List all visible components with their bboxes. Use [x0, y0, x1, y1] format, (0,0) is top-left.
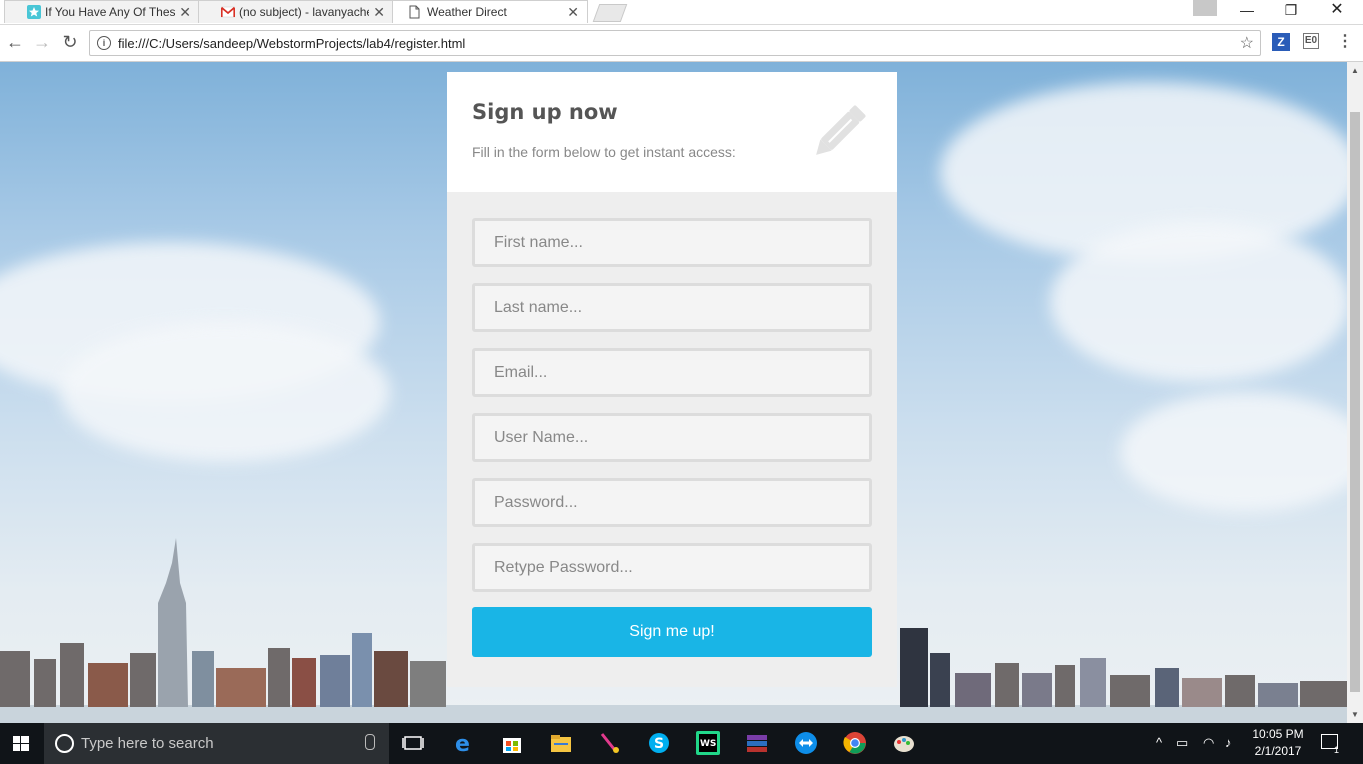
taskbar-clock[interactable]: 10:05 PM 2/1/2017	[1248, 726, 1308, 760]
password-field[interactable]	[472, 478, 872, 527]
browser-toolbar: ← → ↻ i file:///C:/Users/sandeep/Webstor…	[0, 25, 1363, 62]
tab-weather-direct[interactable]: Weather Direct ✕	[392, 0, 588, 23]
task-view-icon[interactable]	[401, 731, 425, 755]
wifi-icon[interactable]: ◠	[1203, 735, 1214, 751]
close-tab-icon[interactable]: ✕	[567, 4, 579, 21]
search-placeholder: Type here to search	[81, 735, 214, 752]
star-bookmark-icon	[27, 5, 41, 19]
background-cloud	[60, 322, 390, 462]
tab-title: Weather Direct	[427, 5, 507, 19]
forward-arrow-icon[interactable]: →	[32, 32, 52, 52]
tab-title: If You Have Any Of These	[45, 5, 175, 19]
paint-app-icon[interactable]	[892, 731, 916, 755]
retype-password-field[interactable]	[472, 543, 872, 592]
email-field[interactable]	[472, 348, 872, 397]
taskbar-search-box[interactable]: Type here to search	[44, 723, 389, 764]
windows-taskbar: Type here to search e S WS ^ ▭ ◠ ♪ 10:05…	[0, 723, 1363, 764]
browser-tab-strip: If You Have Any Of These ✕ (no subject) …	[0, 0, 1363, 25]
back-arrow-icon[interactable]: ←	[5, 32, 25, 52]
page-title: Sign up now	[472, 100, 618, 124]
username-field[interactable]	[472, 413, 872, 462]
page-scrollbar[interactable]: ▲ ▼	[1347, 62, 1363, 723]
clock-date: 2/1/2017	[1254, 744, 1302, 758]
paint-brush-app-icon[interactable]	[598, 731, 622, 755]
tab-if-you-have[interactable]: If You Have Any Of These ✕	[4, 0, 200, 23]
winrar-icon[interactable]	[745, 731, 769, 755]
show-hidden-icons-icon[interactable]: ^	[1156, 735, 1162, 750]
restore-icon[interactable]: ❐	[1269, 0, 1313, 22]
page-subtitle: Fill in the form below to get instant ac…	[472, 144, 736, 160]
scrollbar-thumb[interactable]	[1350, 112, 1360, 692]
close-window-icon[interactable]: ✕	[1315, 0, 1359, 22]
notification-count: 1	[1334, 745, 1340, 755]
zotero-extension-icon[interactable]: Z	[1272, 33, 1290, 51]
close-tab-icon[interactable]: ✕	[373, 4, 385, 21]
edge-browser-icon[interactable]: e	[452, 731, 476, 755]
teamviewer-icon[interactable]	[794, 731, 818, 755]
document-icon	[409, 5, 420, 19]
last-name-field[interactable]	[472, 283, 872, 332]
pencil-icon	[816, 105, 866, 155]
volume-icon[interactable]: ♪	[1225, 735, 1232, 750]
extension-icon[interactable]: E0	[1303, 33, 1319, 49]
signup-card: Sign up now Fill in the form below to ge…	[447, 72, 897, 687]
scroll-down-arrow-icon[interactable]: ▼	[1351, 710, 1359, 719]
info-icon[interactable]: i	[97, 36, 111, 50]
store-icon[interactable]	[500, 731, 524, 755]
svg-text:S: S	[654, 736, 664, 752]
clock-time: 10:05 PM	[1252, 727, 1304, 741]
address-bar[interactable]: i file:///C:/Users/sandeep/WebstormProje…	[89, 30, 1261, 56]
svg-text:WS: WS	[700, 739, 716, 749]
tab-title: (no subject) - lavanyache	[239, 5, 369, 19]
first-name-field[interactable]	[472, 218, 872, 267]
close-tab-icon[interactable]: ✕	[179, 4, 191, 21]
reload-icon[interactable]: ↻	[60, 32, 80, 52]
tab-gmail[interactable]: (no subject) - lavanyache ✕	[198, 0, 394, 23]
chrome-icon[interactable]	[843, 731, 867, 755]
sign-up-button[interactable]: Sign me up!	[472, 607, 872, 657]
windows-start-icon[interactable]	[0, 723, 44, 764]
cortana-icon	[55, 734, 74, 753]
gmail-icon	[221, 6, 235, 18]
scroll-up-arrow-icon[interactable]: ▲	[1351, 66, 1359, 75]
microphone-icon[interactable]	[365, 734, 375, 750]
file-explorer-icon[interactable]	[549, 731, 573, 755]
signup-card-header: Sign up now Fill in the form below to ge…	[447, 72, 897, 192]
minimize-icon[interactable]: —	[1225, 0, 1269, 22]
bookmark-star-icon[interactable]: ☆	[1240, 33, 1254, 53]
webstorm-icon[interactable]: WS	[696, 731, 720, 755]
url-text[interactable]: file:///C:/Users/sandeep/WebstormProject…	[118, 36, 465, 51]
skype-icon[interactable]: S	[647, 731, 671, 755]
svg-text:e: e	[455, 732, 470, 755]
new-tab-button[interactable]	[592, 4, 628, 22]
menu-kebab-icon[interactable]: ⋮	[1336, 33, 1354, 51]
page-viewport: Sign up now Fill in the form below to ge…	[0, 62, 1347, 723]
profile-icon[interactable]	[1193, 0, 1217, 16]
background-cloud	[1050, 222, 1347, 382]
battery-icon[interactable]: ▭	[1176, 735, 1188, 751]
